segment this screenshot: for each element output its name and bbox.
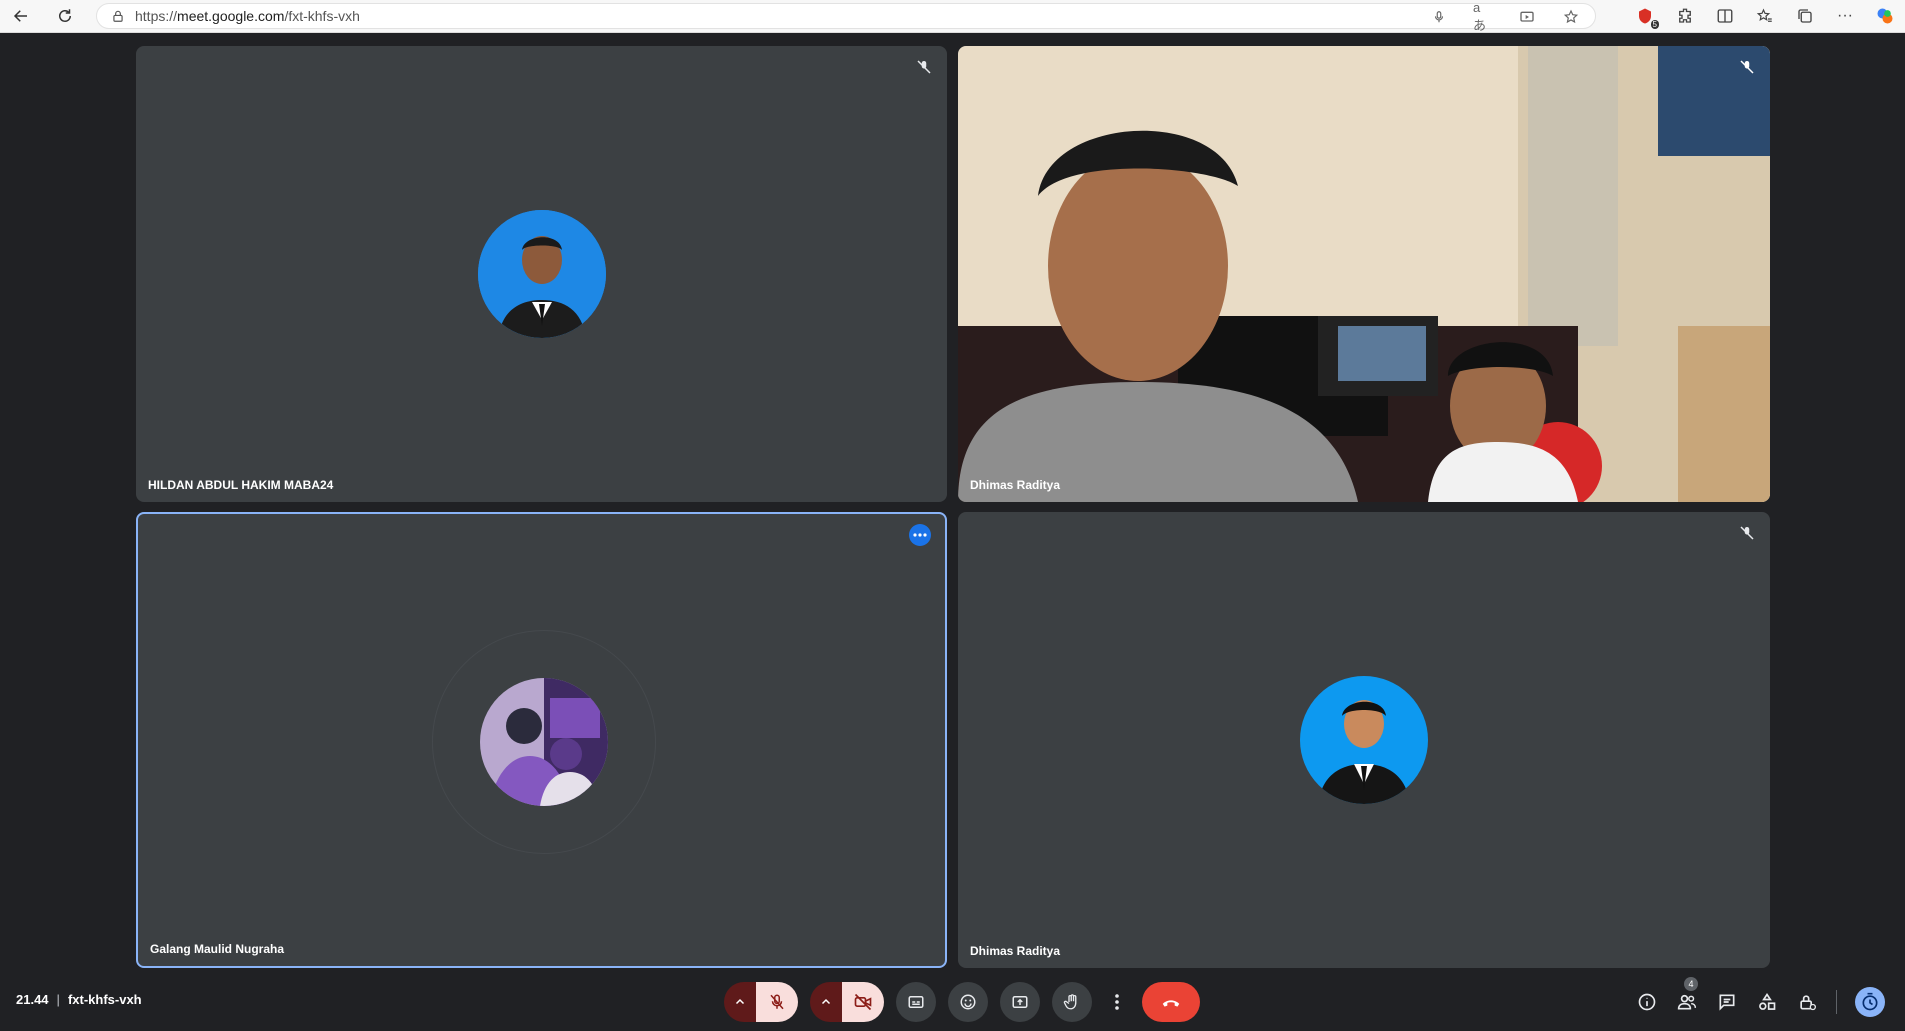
- people-icon: [1677, 994, 1697, 1010]
- arrow-left-icon: [13, 10, 27, 22]
- chat-button[interactable]: [1716, 991, 1738, 1013]
- timer-icon: [1862, 992, 1878, 1011]
- more-options-button[interactable]: [1104, 982, 1130, 1022]
- meeting-code: fxt-khfs-vxh: [67, 992, 142, 1007]
- side-controls: 4: [1636, 977, 1885, 1019]
- participant-avatar: [478, 210, 606, 338]
- browser-toolbar: https://meet.google.com/fxt-khfs-vxh aあ …: [0, 0, 1905, 33]
- more-options-button[interactable]: [909, 524, 931, 546]
- participant-tile-2[interactable]: Dhimas Raditya: [958, 46, 1770, 502]
- chat-icon: [1719, 994, 1735, 1011]
- mic-off-icon: [770, 994, 784, 1010]
- puzzle-icon[interactable]: [1675, 6, 1695, 26]
- more-options-icon[interactable]: ···: [1835, 6, 1855, 26]
- url-host: meet.google.com: [177, 8, 285, 24]
- closed-captions-icon: [908, 996, 924, 1008]
- back-button[interactable]: [6, 1, 36, 31]
- participant-name: Dhimas Raditya: [970, 478, 1061, 492]
- participant-avatar: [1300, 676, 1428, 804]
- microphone-control: [724, 982, 798, 1022]
- participant-name: Galang Maulid Nugraha: [150, 942, 285, 956]
- mic-off-icon: [1740, 526, 1754, 540]
- video-options-button[interactable]: [810, 982, 842, 1022]
- mic-off-icon: [917, 60, 931, 74]
- emoji-icon: [960, 994, 976, 1010]
- toggle-camera-button[interactable]: [842, 982, 884, 1022]
- split-screen-icon[interactable]: [1715, 6, 1735, 26]
- call-controls: [724, 982, 1200, 1022]
- participant-avatar: [480, 678, 608, 806]
- extension-shield-icon[interactable]: 5: [1635, 6, 1659, 29]
- more-horizontal-icon: [913, 533, 927, 537]
- raise-hand-button[interactable]: [1052, 982, 1092, 1022]
- camera-off-icon: [854, 993, 872, 1011]
- url-path: /fxt-khfs-vxh: [284, 8, 360, 24]
- participants-count-badge: 4: [1684, 977, 1698, 991]
- end-call-icon: [1162, 1000, 1180, 1007]
- collections-icon[interactable]: [1795, 6, 1815, 26]
- reload-icon: [59, 9, 71, 22]
- copilot-icon[interactable]: [1875, 6, 1895, 26]
- activities-button[interactable]: [1756, 991, 1778, 1013]
- translate-icon[interactable]: aあ: [1473, 0, 1493, 33]
- separator: |: [56, 992, 60, 1007]
- more-vertical-icon: [1115, 994, 1119, 1010]
- reactions-button[interactable]: [948, 982, 988, 1022]
- info-icon: [1638, 993, 1656, 1011]
- video-feed: [958, 46, 1770, 502]
- divider: [1836, 990, 1837, 1014]
- microphone-icon[interactable]: [1429, 7, 1449, 27]
- shapes-icon: [1759, 992, 1776, 1010]
- camera-control: [810, 982, 884, 1022]
- lock-icon: [113, 10, 123, 22]
- captions-button[interactable]: [896, 982, 936, 1022]
- extension-badge: 5: [1650, 20, 1659, 29]
- participant-tile-1[interactable]: HILDAN ABDUL HAKIM MABA24: [136, 46, 947, 502]
- meeting-details-button[interactable]: [1636, 991, 1658, 1013]
- participant-name: Dhimas Raditya: [970, 944, 1061, 958]
- meeting-info: 21.44 | fxt-khfs-vxh: [16, 992, 142, 1007]
- clock-time: 21.44: [16, 992, 49, 1007]
- cast-icon[interactable]: [1517, 7, 1537, 27]
- star-icon[interactable]: [1561, 7, 1581, 27]
- lock-person-icon: [1800, 995, 1816, 1011]
- hand-icon: [1063, 994, 1077, 1010]
- participant-name: HILDAN ABDUL HAKIM MABA24: [148, 478, 334, 492]
- reload-button[interactable]: [50, 1, 80, 31]
- people-button[interactable]: 4: [1676, 977, 1698, 1013]
- timer-button[interactable]: [1855, 987, 1885, 1017]
- url-scheme: https://: [135, 8, 178, 24]
- chevron-up-icon: [821, 998, 831, 1005]
- participant-tile-3[interactable]: Galang Maulid Nugraha: [136, 512, 947, 968]
- audio-options-button[interactable]: [724, 982, 756, 1022]
- address-bar[interactable]: https://meet.google.com/fxt-khfs-vxh aあ: [96, 0, 1596, 33]
- present-screen-icon: [1012, 996, 1028, 1008]
- chevron-up-icon: [735, 998, 745, 1005]
- host-controls-button[interactable]: [1796, 991, 1818, 1013]
- present-screen-button[interactable]: [1000, 982, 1040, 1022]
- mic-off-icon: [1740, 60, 1754, 74]
- leave-call-button[interactable]: [1142, 982, 1200, 1022]
- participant-tile-4[interactable]: Dhimas Raditya: [958, 512, 1770, 968]
- toggle-microphone-button[interactable]: [756, 982, 798, 1022]
- favorites-icon[interactable]: [1755, 6, 1775, 26]
